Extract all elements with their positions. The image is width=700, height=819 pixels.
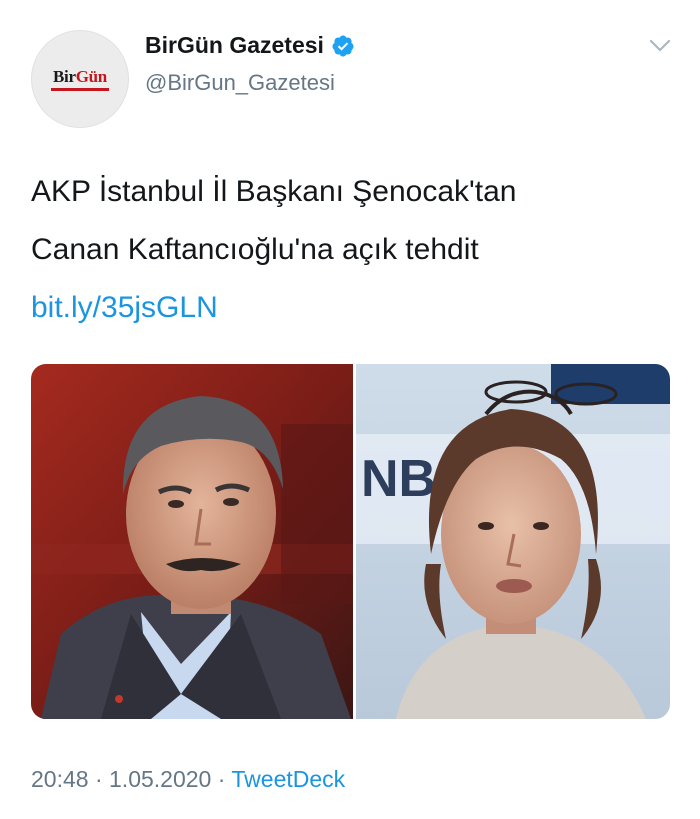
birgun-logo: BirGün bbox=[51, 67, 109, 91]
sign-text: NB bbox=[361, 450, 436, 508]
author-handle[interactable]: @BirGun_Gazetesi bbox=[145, 70, 335, 96]
author-display-name[interactable]: BirGün Gazetesi bbox=[145, 32, 355, 59]
logo-text-gun: Gün bbox=[75, 67, 108, 86]
tweet-text-line-1: AKP İstanbul İl Başkanı Şenocak'tan bbox=[31, 175, 517, 208]
man-portrait-image bbox=[31, 364, 353, 719]
media-photo-right[interactable]: NB bbox=[356, 364, 670, 719]
verified-badge-icon bbox=[332, 35, 354, 56]
tweet-meta: 20:48 · 1.05.2020 · TweetDeck bbox=[31, 766, 345, 793]
tweet-source-link[interactable]: TweetDeck bbox=[231, 766, 345, 792]
woman-portrait-image: NB bbox=[356, 364, 670, 719]
display-name-text: BirGün Gazetesi bbox=[145, 32, 324, 58]
logo-text-bir: Bir bbox=[53, 67, 76, 86]
tweet-date[interactable]: 1.05.2020 bbox=[109, 766, 211, 792]
tweet-time[interactable]: 20:48 bbox=[31, 766, 89, 792]
tweet-media[interactable]: NB bbox=[31, 364, 670, 719]
chevron-down-icon[interactable] bbox=[648, 38, 672, 54]
tweet-text: AKP İstanbul İl Başkanı Şenocak'tan Cana… bbox=[31, 163, 671, 337]
media-photo-left[interactable] bbox=[31, 364, 353, 719]
avatar[interactable]: BirGün bbox=[31, 30, 129, 128]
tweet-link[interactable]: bit.ly/35jsGLN bbox=[31, 291, 218, 324]
meta-separator: · bbox=[94, 766, 103, 792]
meta-separator-2: · bbox=[217, 766, 226, 792]
tweet-text-line-2: Canan Kaftancıoğlu'na açık tehdit bbox=[31, 233, 479, 266]
